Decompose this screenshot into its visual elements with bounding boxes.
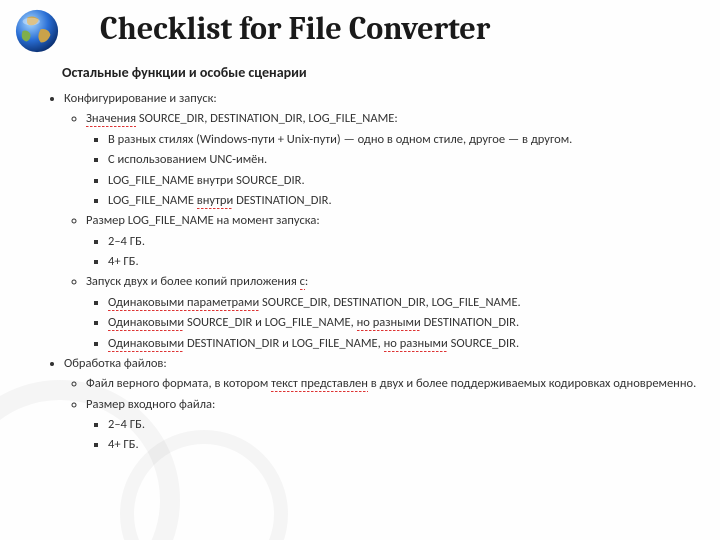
text: SOURCE_DIR и LOG_FILE_NAME, xyxy=(184,315,356,330)
list-item: Размер LOG_FILE_NAME на момент запуска: … xyxy=(86,211,700,271)
list-item: 4+ ГБ. xyxy=(108,252,700,271)
spellchecked-text: но разными xyxy=(357,315,421,331)
text: Запуск двух и более копий приложения xyxy=(86,274,300,289)
list-item: Размер входного файла: 2–4 ГБ. 4+ ГБ. xyxy=(86,395,700,455)
list-item: В разных стилях (Windows-пути + Unix-пут… xyxy=(108,130,700,149)
text: Файл верного формата, в котором xyxy=(86,376,271,391)
item-heading: Обработка файлов: xyxy=(64,356,167,371)
page-title: Checklist for File Converter xyxy=(100,10,490,47)
text: в двух и более поддерживаемых кодировках… xyxy=(368,376,696,391)
list-item: Одинаковыми параметрами SOURCE_DIR, DEST… xyxy=(108,293,700,312)
text: DESTINATION_DIR. xyxy=(421,315,519,330)
text: SOURCE_DIR. xyxy=(448,336,519,351)
list-item: Значения SOURCE_DIR, DESTINATION_DIR, LO… xyxy=(86,109,700,210)
list-item: С использованием UNC-имён. xyxy=(108,150,700,169)
list-item: Файл верного формата, в котором текст пр… xyxy=(86,374,700,393)
list-item: Одинаковыми DESTINATION_DIR и LOG_FILE_N… xyxy=(108,334,700,353)
text: SOURCE_DIR, DESTINATION_DIR, LOG_FILE_NA… xyxy=(136,111,398,126)
spellchecked-text: Одинаковыми параметрами xyxy=(108,295,259,311)
text: LOG_FILE_NAME xyxy=(108,193,197,208)
spellchecked-text: текст представлен xyxy=(271,376,368,392)
spellchecked-text: Одинаковыми xyxy=(108,315,184,331)
text: DESTINATION_DIR. xyxy=(233,193,331,208)
item-heading: Конфигурирование и запуск: xyxy=(64,91,217,106)
list-item: LOG_FILE_NAME внутри DESTINATION_DIR. xyxy=(108,191,700,210)
globe-icon xyxy=(14,8,60,54)
text: SOURCE_DIR, DESTINATION_DIR, LOG_FILE_NA… xyxy=(259,295,520,310)
spellchecked-text: но разными xyxy=(384,336,448,352)
list-item: 4+ ГБ. xyxy=(108,435,700,454)
spellchecked-text: Одинаковыми xyxy=(108,336,184,352)
list-item: 2–4 ГБ. xyxy=(108,415,700,434)
item-heading: Размер входного файла: xyxy=(86,397,215,412)
list-item: Обработка файлов: Файл верного формата, … xyxy=(64,354,700,455)
item-heading: Размер LOG_FILE_NAME на момент запуска: xyxy=(86,213,320,228)
list-item: LOG_FILE_NAME внутри SOURCE_DIR. xyxy=(108,171,700,190)
text: : xyxy=(305,274,308,289)
list-item: Запуск двух и более копий приложения с: … xyxy=(86,272,700,353)
checklist-body: Конфигурирование и запуск: Значения SOUR… xyxy=(42,88,700,456)
spellchecked-text: внутри xyxy=(197,193,234,209)
list-item: Одинаковыми SOURCE_DIR и LOG_FILE_NAME, … xyxy=(108,313,700,332)
list-item: 2–4 ГБ. xyxy=(108,232,700,251)
section-subtitle: Остальные функции и особые сценарии xyxy=(62,64,307,81)
spellchecked-text: Значения xyxy=(86,111,136,127)
list-item: Конфигурирование и запуск: Значения SOUR… xyxy=(64,89,700,353)
text: DESTINATION_DIR и LOG_FILE_NAME, xyxy=(184,336,383,351)
